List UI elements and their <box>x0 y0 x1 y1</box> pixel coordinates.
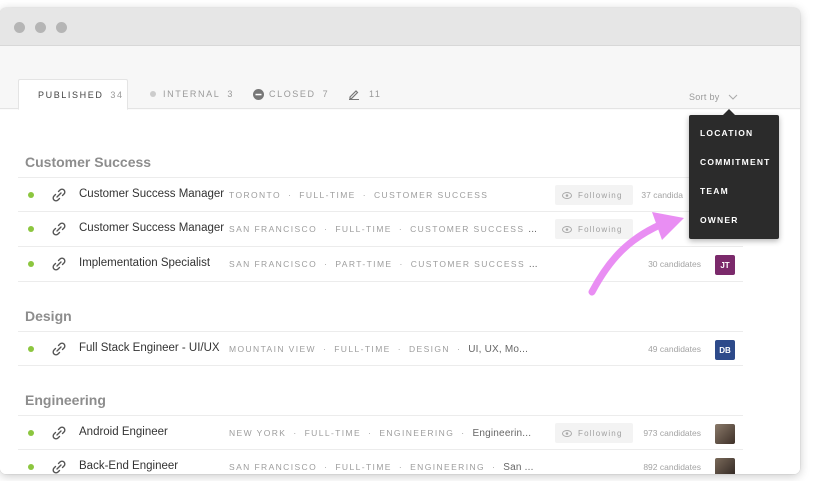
candidate-count[interactable]: 973 candidates <box>643 428 701 438</box>
sort-option-team[interactable]: Team <box>700 186 729 196</box>
tab-count: 11 <box>369 89 382 99</box>
link-icon[interactable] <box>52 426 66 440</box>
window-titlebar <box>0 8 800 46</box>
tab-label: Published <box>38 89 104 100</box>
internal-dot-icon <box>150 91 156 97</box>
posting-meta: San Francisco · Full-time · Engineering · San … <box>229 462 534 473</box>
tab-internal[interactable]: Internal 3 <box>150 79 234 109</box>
link-icon[interactable] <box>52 460 66 474</box>
avatar[interactable]: DB <box>715 340 735 360</box>
app-window: Published 34 Internal 3 Closed 7 <box>0 8 800 474</box>
posting-meta: Toronto · Full-time · Customer Success <box>229 190 489 200</box>
tab-count: 7 <box>322 89 330 99</box>
pencil-icon <box>349 90 359 100</box>
posting-meta: San Francisco · Full-time · Customer Success… <box>229 224 538 235</box>
following-button[interactable]: Following <box>555 423 633 443</box>
sort-option-owner[interactable]: Owner <box>700 215 739 225</box>
maximize-window-button[interactable] <box>56 22 67 33</box>
sort-by-control[interactable]: Sort by <box>689 92 738 102</box>
close-window-button[interactable] <box>14 22 25 33</box>
following-button[interactable]: Following <box>555 185 633 205</box>
tab-count: 34 <box>110 89 124 100</box>
dropdown-caret <box>723 109 735 115</box>
tab-bar: Published 34 Internal 3 Closed 7 <box>0 46 800 110</box>
avatar[interactable]: JT <box>715 255 735 275</box>
eye-icon <box>562 429 572 437</box>
posting-meta: New York · Full-time · Engineering · Engineeri… <box>229 428 532 439</box>
posting-title[interactable]: Back-End Engineer <box>79 460 178 472</box>
tab-label: Internal <box>163 89 221 99</box>
section-heading: Customer Success <box>25 154 152 170</box>
section-heading: Design <box>25 308 72 324</box>
posting-meta: San Francisco · Part-time · Customer Success… <box>229 259 538 270</box>
avatar[interactable] <box>715 458 735 474</box>
minimize-window-button[interactable] <box>35 22 46 33</box>
tab-drafts[interactable]: 11 <box>348 79 382 109</box>
table-row[interactable]: Customer Success Manager Toronto · Full-ti… <box>18 177 743 212</box>
posting-meta: Mountain View · Full-time · Design · UI, UX, M… <box>229 344 529 355</box>
posting-title[interactable]: Customer Success Manager <box>79 188 224 200</box>
sort-dropdown-menu: Location Commitment Team Owner <box>689 109 779 239</box>
chevron-down-icon <box>729 94 738 100</box>
posting-title[interactable]: Implementation Specialist <box>79 257 210 269</box>
candidate-count[interactable]: 37 candida <box>641 190 683 200</box>
table-row[interactable]: Back-End Engineer San Francisco · Full-tim… <box>18 450 743 474</box>
table-row[interactable]: Android Engineer New York · Full-time · Engi… <box>18 415 743 450</box>
tab-count: 3 <box>227 89 234 99</box>
tab-label: Closed <box>269 89 316 99</box>
table-row[interactable]: Full Stack Engineer - UI/UX Mountain Vie… <box>18 331 743 366</box>
candidate-count[interactable]: 892 candidates <box>643 462 701 472</box>
link-icon[interactable] <box>52 188 66 202</box>
tab-published[interactable]: Published 34 <box>18 79 128 110</box>
link-icon[interactable] <box>52 342 66 356</box>
posting-title[interactable]: Full Stack Engineer - UI/UX <box>79 342 220 354</box>
status-dot-icon <box>28 464 34 470</box>
link-icon[interactable] <box>52 222 66 236</box>
section-heading: Engineering <box>25 392 106 408</box>
tab-closed[interactable]: Closed 7 <box>253 79 329 109</box>
avatar[interactable] <box>715 424 735 444</box>
sort-option-commitment[interactable]: Commitment <box>700 157 771 167</box>
sort-by-label: Sort by <box>689 92 720 102</box>
status-dot-icon <box>28 192 34 198</box>
status-dot-icon <box>28 346 34 352</box>
status-dot-icon <box>28 261 34 267</box>
sort-option-location[interactable]: Location <box>700 128 753 138</box>
status-dot-icon <box>28 226 34 232</box>
pointer-arrow-icon <box>588 212 684 296</box>
posting-title[interactable]: Android Engineer <box>79 426 168 438</box>
eye-icon <box>562 191 572 199</box>
status-dot-icon <box>28 430 34 436</box>
posting-title[interactable]: Customer Success Manager <box>79 222 224 234</box>
closed-minus-icon <box>253 88 264 100</box>
candidate-count[interactable]: 49 candidates <box>648 344 701 354</box>
link-icon[interactable] <box>52 257 66 271</box>
eye-icon <box>562 225 572 233</box>
